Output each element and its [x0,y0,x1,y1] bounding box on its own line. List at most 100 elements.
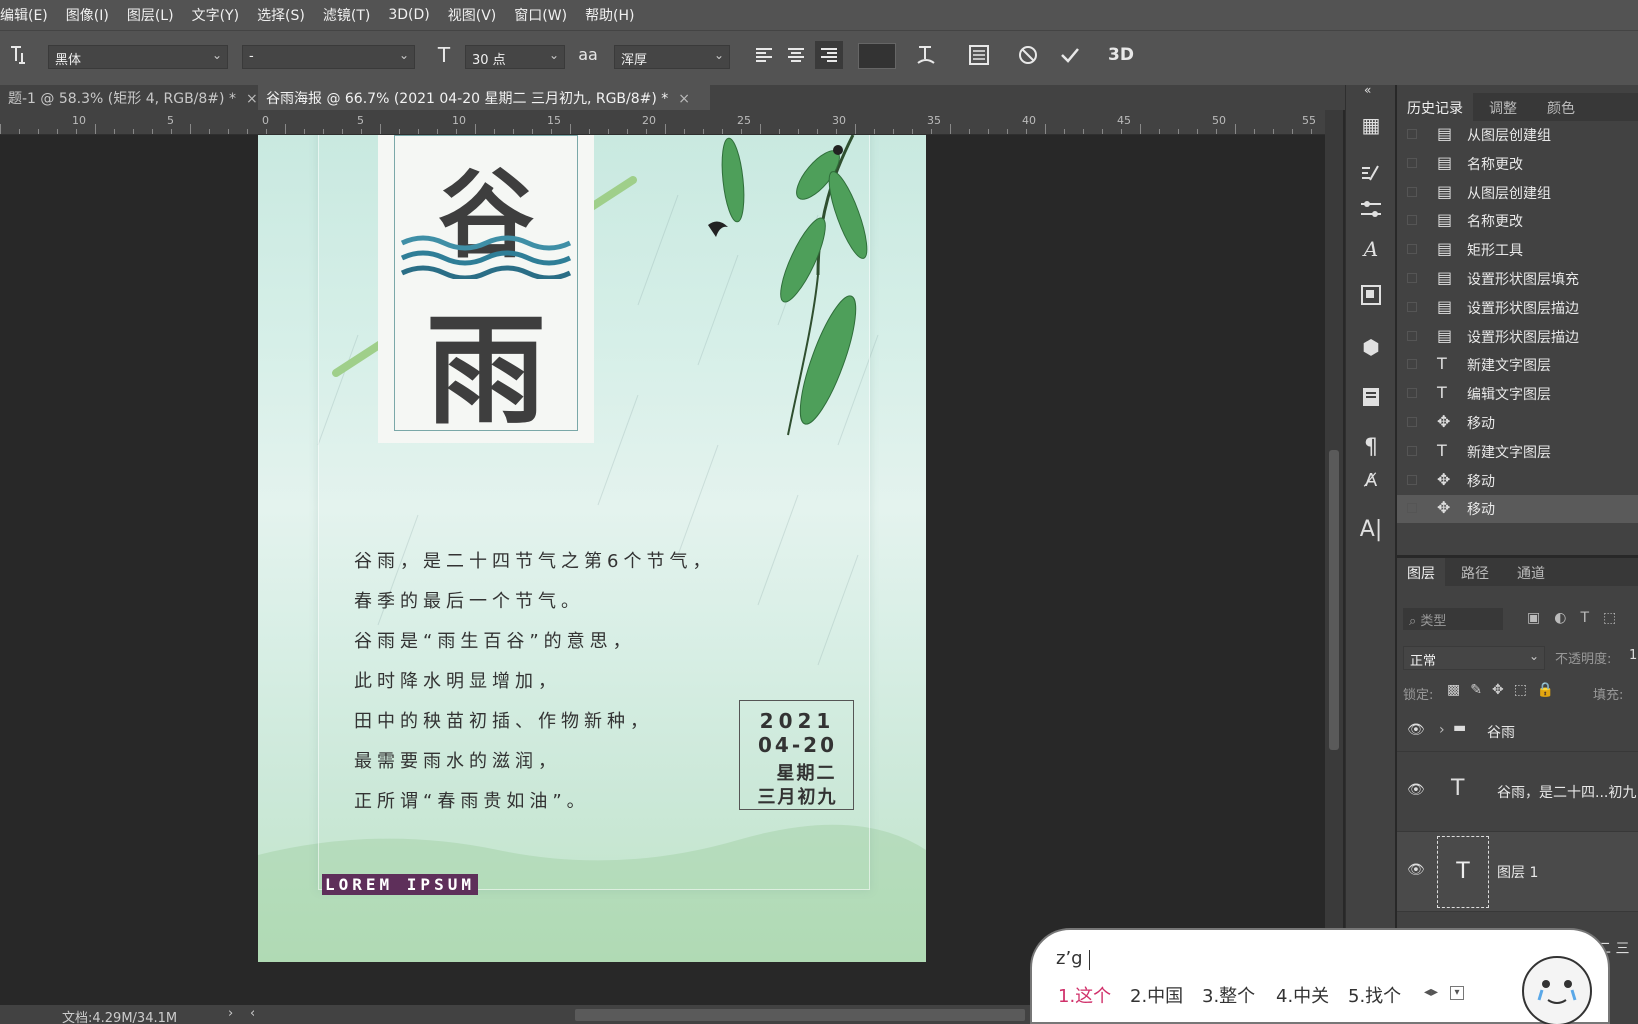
ime-candidate[interactable]: 1.这个 [1058,982,1111,1008]
lock-icons[interactable]: ▩✎✥⬚🔒 [1447,682,1564,698]
tab-layers[interactable]: 图层 [1397,558,1445,586]
warp-text-icon[interactable] [913,43,939,72]
ime-candidate[interactable]: 3.整个 [1202,982,1255,1008]
snapshot-checkbox[interactable] [1407,330,1417,341]
menu-view[interactable]: 视图(V) [439,5,506,25]
history-item[interactable]: ▤ 矩形工具 [1397,236,1638,264]
menu-help[interactable]: 帮助(H) [576,5,643,25]
menu-3d[interactable]: 3D(D) [379,7,438,23]
brush-presets-icon[interactable] [1346,162,1396,193]
history-item[interactable]: ✥ 移动 [1397,467,1638,495]
vertical-scrollbar[interactable] [1325,110,1343,1005]
snapshot-checkbox[interactable] [1407,445,1417,456]
ime-candidate[interactable]: 2.中国 [1130,982,1183,1008]
history-item[interactable]: T 编辑文字图层 [1397,380,1638,408]
title-char-yu[interactable]: 雨 [378,273,594,447]
layer-name[interactable]: 图层 1 [1497,862,1538,882]
commit-check-icon[interactable] [1057,43,1083,72]
snapshot-checkbox[interactable] [1407,244,1417,255]
menu-layer[interactable]: 图层(L) [118,5,183,25]
menu-edit[interactable]: 编辑(E) [0,5,57,25]
antialias-select[interactable]: 浑厚 ⌄ [614,45,730,69]
collapse-icon[interactable]: « [1364,83,1371,97]
body-text-line[interactable]: 谷雨，是二十四节气之第6个节气， [354,547,715,573]
menu-select[interactable]: 选择(S) [248,5,314,25]
tab-adjustments[interactable]: 调整 [1479,93,1527,121]
align-left-icon[interactable] [752,45,776,70]
tab-paths[interactable]: 路径 [1451,558,1499,586]
sliders-icon[interactable] [1346,197,1396,228]
font-style-select[interactable]: - ⌄ [242,45,415,69]
align-center-icon[interactable] [784,45,808,70]
cancel-icon[interactable] [1015,43,1041,72]
poster-artboard[interactable]: 谷 雨 谷雨，是二十四节气之第6个节气， 春季的最后一个节气。 谷雨是“雨生百谷… [258,135,926,962]
history-item[interactable]: T 新建文字图层 [1397,351,1638,379]
history-item[interactable]: ▤ 设置形状图层描边 [1397,323,1638,351]
eye-icon[interactable]: 👁 [1407,862,1425,878]
history-item[interactable]: T 新建文字图层 [1397,438,1638,466]
tab-channels[interactable]: 通道 [1507,558,1555,586]
snapshot-checkbox[interactable] [1407,503,1417,514]
snapshot-checkbox[interactable] [1407,129,1417,139]
chevron-right-icon[interactable]: › [228,1006,233,1021]
doc-size[interactable]: 文档:4.29M/34.1M [62,1007,177,1024]
ime-candidate[interactable]: 5.找个 [1348,982,1401,1008]
tab-color[interactable]: 颜色 [1537,93,1585,121]
layer-filter-input[interactable]: ⌕ 类型 [1403,608,1503,630]
character-styles-icon[interactable]: A̸ [1346,470,1396,491]
layer-row-text-selected[interactable]: 👁 T 图层 1 [1397,832,1638,912]
snapshot-checkbox[interactable] [1407,215,1417,226]
tab-guyu-poster[interactable]: 谷雨海报 @ 66.7% (2021 04-20 星期二 三月初九, RGB/8… [258,85,710,110]
lorem-text-selected[interactable]: LOREM IPSUM [322,874,478,895]
layer-row-text[interactable]: 👁 T 谷雨，是二十四...初九 [1397,752,1638,832]
character-panel-icon[interactable] [966,43,992,72]
snapshot-checkbox[interactable] [1407,417,1417,427]
date-box[interactable]: 2021 04-20 星期二 三月初九 [739,700,854,810]
paragraph-icon[interactable]: ¶ [1346,435,1396,460]
history-item[interactable]: ✥ 移动 [1397,409,1638,437]
text-color-swatch[interactable] [858,43,896,69]
grid-icon[interactable]: ▦ [1346,113,1396,137]
blend-mode-select[interactable]: 正常 ⌄ [1403,646,1545,670]
body-text-line[interactable]: 谷雨是“雨生百谷”的意思， [354,627,636,653]
menu-window[interactable]: 窗口(W) [505,5,576,25]
history-item[interactable]: ▤ 名称更改 [1397,207,1638,235]
snapshot-checkbox[interactable] [1407,186,1417,197]
eye-icon[interactable]: 👁 [1407,722,1425,738]
history-item[interactable]: ▤ 从图层创建组 [1397,179,1638,207]
character-icon[interactable]: A| [1346,517,1396,542]
font-family-select[interactable]: 黑体 ⌄ [48,45,228,69]
history-item[interactable]: ▤ 设置形状图层填充 [1397,265,1638,293]
snapshot-checkbox[interactable] [1407,359,1417,370]
body-text-line[interactable]: 田中的秧苗初插、作物新种， [354,707,653,733]
body-text-line[interactable]: 正所谓“春雨贵如油”。 [354,787,590,813]
layer-name[interactable]: 谷雨，是二十四...初九 [1497,782,1636,802]
snapshot-checkbox[interactable] [1407,388,1417,399]
ime-candidate[interactable]: 4.中关 [1276,982,1329,1008]
menu-filter[interactable]: 滤镜(T) [314,5,379,25]
history-item[interactable]: ▤ 设置形状图层描边 [1397,294,1638,322]
tab-history[interactable]: 历史记录 [1397,93,1473,121]
horizontal-scrollbar[interactable] [575,1009,1025,1021]
close-icon[interactable]: × [678,91,690,107]
body-text-line[interactable]: 最需要雨水的滋润， [354,747,561,773]
layer-name[interactable]: 谷雨 [1487,722,1515,742]
font-size-select[interactable]: 30 点 ⌄ [465,45,565,69]
snapshot-checkbox[interactable] [1407,474,1417,485]
notes-icon[interactable] [1346,385,1396,414]
ime-menu-icon[interactable]: ▾ [1450,986,1464,1000]
tab-untitled[interactable]: 题-1 @ 58.3% (矩形 4, RGB/8#) * × [0,85,258,110]
chevron-right-icon[interactable]: › [1439,722,1445,738]
scroll-thumb[interactable] [1329,450,1339,750]
glyphs-icon[interactable]: A [1346,237,1396,261]
body-text-line[interactable]: 春季的最后一个节气。 [354,587,584,613]
align-right-icon[interactable] [815,41,843,69]
history-item[interactable]: ▤ 从图层创建组 [1397,121,1638,149]
3d-button[interactable]: 3D [1105,45,1137,65]
history-item[interactable]: ▤ 名称更改 [1397,150,1638,178]
history-item[interactable]: ✥ 移动 [1397,495,1638,524]
snapshot-checkbox[interactable] [1407,301,1417,312]
body-text-line[interactable]: 此时降水明显增加， [354,667,561,693]
eye-icon[interactable]: 👁 [1407,782,1425,798]
properties-icon[interactable] [1346,283,1396,312]
